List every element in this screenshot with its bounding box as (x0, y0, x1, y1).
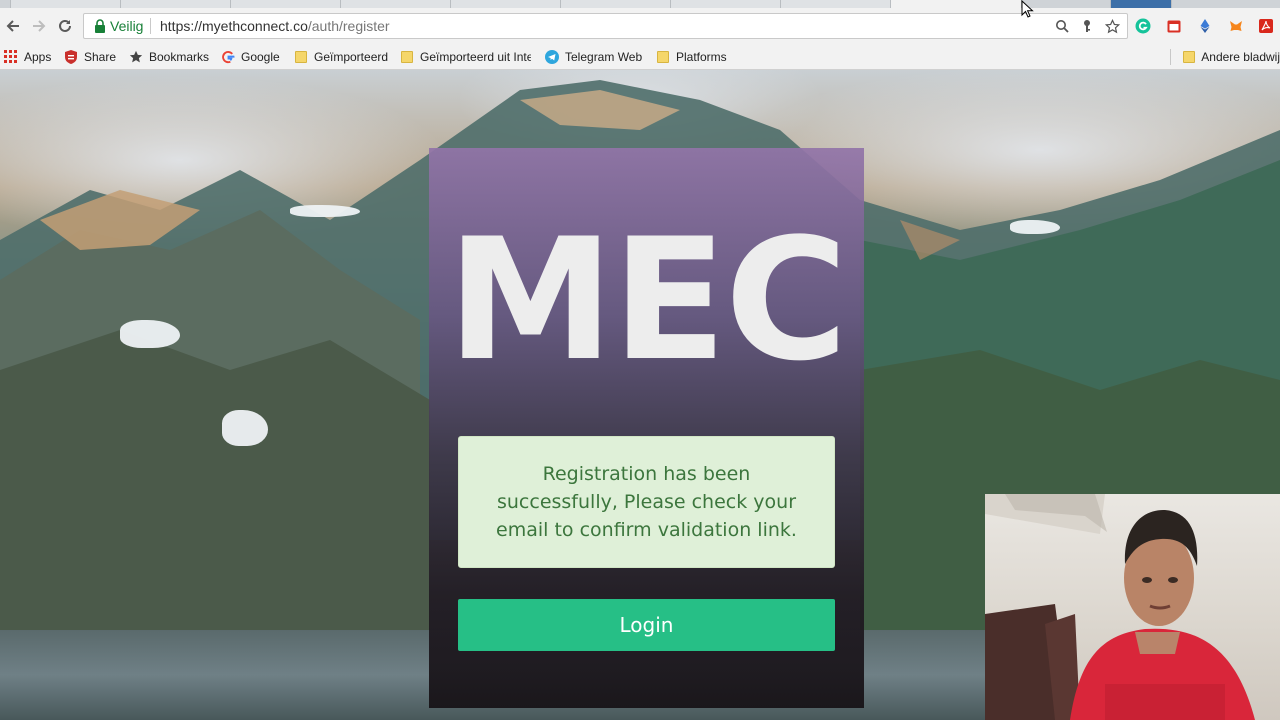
bookmark-label: Andere bladwij (1201, 50, 1280, 64)
registration-card: MEC Registration has been successfully, … (429, 148, 864, 708)
bookmark-label: Apps (24, 50, 52, 64)
pdf-extension-icon[interactable] (1258, 18, 1274, 34)
browser-tab-active[interactable] (890, 0, 1022, 8)
url-text[interactable]: https://myethconnect.co/auth/register (160, 18, 390, 34)
success-message: Registration has been successfully, Plea… (496, 463, 797, 541)
bookmarks-bar: Apps Share Bookmarks Google Geïmporteerd… (0, 44, 1280, 70)
ethereum-extension-icon[interactable] (1197, 18, 1213, 34)
reload-button[interactable] (54, 15, 76, 37)
browser-tab[interactable] (10, 0, 122, 8)
grammarly-extension-icon[interactable] (1135, 18, 1151, 34)
bookmark-share[interactable]: Share (64, 48, 116, 66)
bookmark-label: Geïmporteerd uit Inte (420, 50, 531, 64)
mouse-cursor-icon (1021, 0, 1034, 18)
bookmark-other-folder[interactable]: Andere bladwij (1182, 48, 1280, 66)
bookmark-label: Google (241, 50, 280, 64)
bookmark-folder-geimporteerd[interactable]: Geïmporteerd (294, 48, 388, 66)
folder-icon (294, 50, 308, 64)
folder-icon (1182, 50, 1195, 64)
bookmark-telegram-web[interactable]: Telegram Web (545, 48, 642, 66)
snow-patch (290, 205, 360, 217)
webcam-person-image (985, 494, 1255, 720)
browser-tab[interactable] (560, 0, 672, 8)
forward-arrow-icon (33, 20, 46, 32)
bookmark-label: Share (84, 50, 117, 64)
back-arrow-icon (6, 20, 19, 32)
url-host: https://myethconnect.co (160, 18, 308, 34)
browser-tab[interactable] (230, 0, 342, 8)
browser-tab[interactable] (120, 0, 232, 8)
bookmark-star-icon[interactable] (1104, 18, 1120, 34)
bookmark-label: Bookmarks (149, 50, 210, 64)
key-icon[interactable] (1079, 18, 1095, 34)
share-icon (64, 50, 78, 64)
zoom-icon[interactable] (1054, 18, 1070, 34)
secure-label[interactable]: Veilig (110, 18, 143, 34)
bookmark-label: Platforms (676, 50, 727, 64)
brand-logo: MEC (446, 202, 848, 398)
star-icon (129, 50, 143, 64)
window-controls[interactable] (1110, 0, 1172, 8)
address-divider (150, 18, 151, 34)
lock-icon (95, 19, 105, 33)
google-icon (221, 50, 235, 64)
url-path: /auth/register (307, 18, 390, 34)
browser-tab[interactable] (450, 0, 562, 8)
apps-grid-icon (4, 50, 18, 64)
calendar-extension-icon[interactable] (1166, 18, 1182, 34)
snow-patch (1010, 220, 1060, 234)
folder-icon (656, 50, 670, 64)
webcam-overlay (985, 494, 1280, 720)
bookmark-bookmarks[interactable]: Bookmarks (129, 48, 209, 66)
bookmark-folder-platforms[interactable]: Platforms (656, 48, 727, 66)
folder-icon (400, 50, 414, 64)
success-alert: Registration has been successfully, Plea… (458, 436, 835, 568)
reload-icon (59, 19, 71, 32)
telegram-icon (545, 50, 559, 64)
browser-tab[interactable] (780, 0, 892, 8)
tab-strip (0, 0, 1280, 8)
bookmark-google[interactable]: Google (221, 48, 280, 66)
browser-toolbar: Veilig https://myethconnect.co/auth/regi… (0, 8, 1280, 44)
bookmarks-divider (1170, 49, 1171, 65)
login-button[interactable]: Login (458, 599, 835, 651)
address-bar[interactable]: Veilig https://myethconnect.co/auth/regi… (83, 13, 1128, 39)
bookmark-folder-geimporteerd-uit-inte[interactable]: Geïmporteerd uit Inte (400, 48, 531, 66)
browser-tab[interactable] (340, 0, 452, 8)
bookmark-label: Telegram Web (565, 50, 643, 64)
snow-patch (222, 410, 268, 446)
forward-button[interactable] (28, 15, 50, 37)
metamask-extension-icon[interactable] (1228, 18, 1244, 34)
bookmark-label: Geïmporteerd (314, 50, 389, 64)
browser-tab[interactable] (670, 0, 782, 8)
bookmark-apps[interactable]: Apps (4, 48, 51, 66)
snow-patch (120, 320, 180, 348)
back-button[interactable] (2, 15, 24, 37)
